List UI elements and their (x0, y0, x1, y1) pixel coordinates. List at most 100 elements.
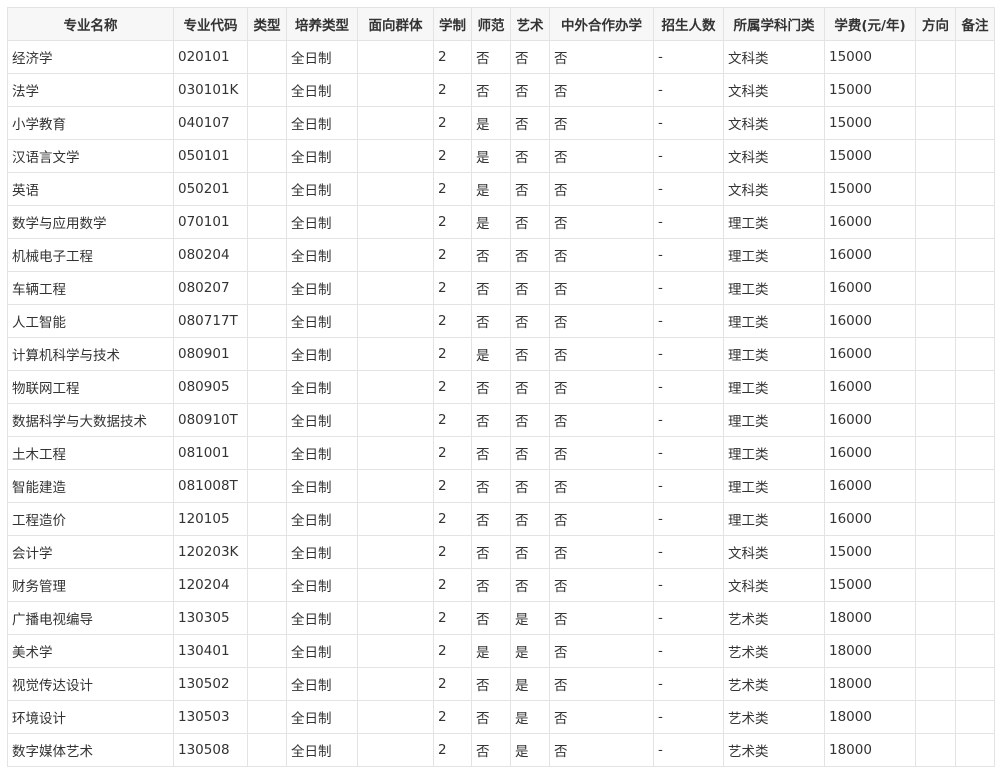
cell-type (247, 403, 287, 437)
cell-remarks (955, 403, 995, 437)
cell-major-code: 130305 (173, 601, 248, 635)
cell-direction (915, 634, 956, 668)
table-row: 车辆工程 080207 全日制 2 否否否 - 理工类 16000 (7, 271, 995, 305)
cell-tuition: 15000 (824, 73, 916, 107)
table-row: 经济学 020101 全日制 2 否否否 - 文科类 15000 (7, 40, 995, 74)
header-tuition: 学费(元/年) (824, 7, 916, 41)
cell-discipline: 理工类 (723, 238, 825, 272)
cell-tuition: 15000 (824, 40, 916, 74)
cell-type (247, 601, 287, 635)
cell-type (247, 172, 287, 206)
cell-art: 否 (510, 172, 550, 206)
cell-target-group (357, 700, 434, 734)
cell-major-name: 计算机科学与技术 (7, 337, 174, 371)
cell-target-group (357, 40, 434, 74)
cell-enrollment: - (653, 205, 724, 239)
cell-art: 否 (510, 502, 550, 536)
cell-major-code: 080901 (173, 337, 248, 371)
cell-remarks (955, 436, 995, 470)
cell-tuition: 15000 (824, 106, 916, 140)
cell-art: 否 (510, 469, 550, 503)
cell-training-type: 全日制 (286, 667, 358, 701)
cell-type (247, 106, 287, 140)
table-body: 经济学 020101 全日制 2 否否否 - 文科类 15000 法学 030101K 全日制 2 否否… (7, 40, 995, 767)
cell-type (247, 271, 287, 305)
cell-tuition: 15000 (824, 139, 916, 173)
cell-normal: 否 (471, 304, 511, 338)
cell-major-code: 081001 (173, 436, 248, 470)
cell-type (247, 634, 287, 668)
cell-tuition: 16000 (824, 403, 916, 437)
table-row: 机械电子工程 080204 全日制 2 否否否 - 理工类 16000 (7, 238, 995, 272)
cell-training-type: 全日制 (286, 271, 358, 305)
header-direction: 方向 (915, 7, 956, 41)
cell-enrollment: - (653, 535, 724, 569)
cell-art: 是 (510, 733, 550, 767)
cell-direction (915, 238, 956, 272)
cell-major-code: 120105 (173, 502, 248, 536)
table-row: 汉语言文学 050101 全日制 2 是否否 - 文科类 15000 (7, 139, 995, 173)
cell-discipline: 艺术类 (723, 634, 825, 668)
cell-joint-program: 否 (549, 304, 654, 338)
cell-remarks (955, 667, 995, 701)
cell-remarks (955, 568, 995, 602)
cell-target-group (357, 469, 434, 503)
cell-training-type: 全日制 (286, 733, 358, 767)
cell-enrollment: - (653, 700, 724, 734)
cell-training-type: 全日制 (286, 40, 358, 74)
cell-type (247, 238, 287, 272)
cell-joint-program: 否 (549, 238, 654, 272)
cell-art: 是 (510, 700, 550, 734)
cell-remarks (955, 271, 995, 305)
cell-enrollment: - (653, 304, 724, 338)
cell-training-type: 全日制 (286, 106, 358, 140)
cell-training-type: 全日制 (286, 73, 358, 107)
cell-type (247, 304, 287, 338)
cell-discipline: 文科类 (723, 139, 825, 173)
cell-direction (915, 436, 956, 470)
cell-art: 否 (510, 337, 550, 371)
cell-enrollment: - (653, 106, 724, 140)
table-row: 数据科学与大数据技术 080910T 全日制 2 否否否 - 理工类 16000 (7, 403, 995, 437)
cell-tuition: 18000 (824, 700, 916, 734)
cell-major-code: 130508 (173, 733, 248, 767)
cell-target-group (357, 634, 434, 668)
cell-major-name: 工程造价 (7, 502, 174, 536)
cell-training-type: 全日制 (286, 436, 358, 470)
cell-enrollment: - (653, 667, 724, 701)
cell-discipline: 文科类 (723, 172, 825, 206)
cell-major-code: 080207 (173, 271, 248, 305)
cell-tuition: 18000 (824, 667, 916, 701)
cell-major-code: 030101K (173, 73, 248, 107)
cell-major-name: 法学 (7, 73, 174, 107)
cell-tuition: 18000 (824, 634, 916, 668)
cell-target-group (357, 238, 434, 272)
cell-normal: 否 (471, 469, 511, 503)
cell-major-name: 数据科学与大数据技术 (7, 403, 174, 437)
cell-discipline: 文科类 (723, 568, 825, 602)
cell-joint-program: 否 (549, 337, 654, 371)
cell-remarks (955, 205, 995, 239)
cell-direction (915, 733, 956, 767)
cell-normal: 是 (471, 337, 511, 371)
header-target-group: 面向群体 (357, 7, 434, 41)
cell-duration: 2 (433, 40, 472, 74)
cell-normal: 否 (471, 700, 511, 734)
cell-joint-program: 否 (549, 667, 654, 701)
cell-major-code: 050101 (173, 139, 248, 173)
cell-target-group (357, 106, 434, 140)
cell-tuition: 16000 (824, 370, 916, 404)
cell-art: 否 (510, 73, 550, 107)
cell-enrollment: - (653, 139, 724, 173)
header-duration: 学制 (433, 7, 472, 41)
cell-joint-program: 否 (549, 139, 654, 173)
cell-training-type: 全日制 (286, 634, 358, 668)
cell-target-group (357, 73, 434, 107)
cell-discipline: 理工类 (723, 205, 825, 239)
cell-discipline: 理工类 (723, 469, 825, 503)
cell-art: 否 (510, 139, 550, 173)
cell-normal: 否 (471, 502, 511, 536)
cell-direction (915, 535, 956, 569)
cell-duration: 2 (433, 73, 472, 107)
cell-enrollment: - (653, 271, 724, 305)
